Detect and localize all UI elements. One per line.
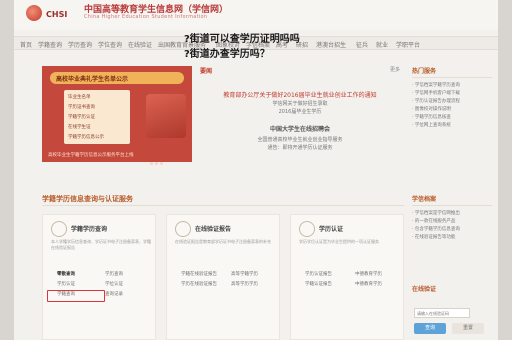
carousel-dot[interactable] (155, 162, 158, 165)
service-name[interactable]: 在线验证报告 (195, 224, 231, 233)
verify-button[interactable]: 查询 (414, 323, 446, 334)
nav-item-jobs[interactable]: 就业 (376, 40, 388, 49)
nav-item-xueji[interactable]: 学籍查询 (38, 40, 62, 49)
hot-service-link[interactable]: · 学信档案学籍学历查询 (412, 82, 492, 90)
service-link[interactable]: 查询记录 (105, 291, 123, 297)
service-link[interactable]: 学历认证报告 (305, 271, 332, 277)
archive-panel: 学信档案 · 学信档案是学信网推出 · 的一款在线服务产品 · 包含学籍学历信息… (412, 194, 492, 242)
service-link[interactable]: 高等学历学历 (231, 281, 258, 287)
banner-title: 高校毕业典礼学生名单公示 (56, 76, 129, 83)
nav-item-gat[interactable]: 港澳台招生 (316, 40, 346, 49)
carousel-dot[interactable] (150, 162, 153, 165)
archive-line: · 在线验证报告等功能 (412, 235, 456, 240)
highlight-box (47, 290, 105, 302)
promo-banner[interactable]: 高校毕业典礼学生名单公示 毕业生名单 学历证书查询 学籍学历认证 在线学生证 学… (42, 66, 192, 162)
banner-line: 学籍学历认证 (68, 115, 95, 120)
archive-line: · 包含学籍学历信息查询 (412, 227, 460, 232)
news-subheadline[interactable]: 中国大学生在线招聘会 (200, 124, 400, 133)
banner-list: 毕业生名单 学历证书查询 学籍学历认证 在线学生证 学籍学历信息公示 (64, 90, 130, 144)
news-more-link[interactable]: 更多 (390, 66, 400, 73)
service-link[interactable]: 学历在线验证报告 (181, 281, 217, 287)
news-line[interactable]: 全国普通高校毕业生就业创业指导服务 (200, 136, 400, 143)
banner-line: 学籍学历信息公示 (68, 135, 104, 140)
hot-service-link[interactable]: · 学籍学历信息核查 (412, 114, 492, 122)
news-headline[interactable]: 教育部办公厅关于做好2016届毕业生就业创业工作的通知 (200, 90, 400, 99)
service-link[interactable]: 学历认证 (57, 281, 75, 287)
question-line-2: ?街道办查学历吗？ (184, 49, 270, 60)
nav-item-verify[interactable]: 在线验证 (128, 40, 152, 49)
reset-button[interactable]: 重置 (452, 323, 484, 334)
online-verify-title: 在线验证 (412, 286, 437, 293)
site-header: CHSI 中国高等教育学生信息网（学信网） China Higher Educa… (14, 0, 498, 30)
news-line[interactable]: 学信网关于做好招生录取 (200, 100, 400, 107)
archive-title: 学信档案 (412, 194, 492, 206)
service-name[interactable]: 学籍学历查询 (71, 224, 107, 233)
banner-illustration (146, 94, 186, 138)
banner-caption: 高校毕业生学籍学历信息公示服务平台上线 (48, 153, 134, 158)
document-icon (175, 221, 191, 237)
service-link[interactable]: 学位认证 (105, 281, 123, 287)
verify-code-input[interactable] (414, 308, 470, 318)
news-line[interactable]: 通告：即将开通学历认证服务 (200, 144, 400, 151)
chsi-logo-icon[interactable] (26, 5, 42, 21)
banner-line: 学历证书查询 (68, 105, 95, 110)
service-link[interactable]: 中德教育学历 (355, 281, 382, 287)
news-tab[interactable]: 要闻 (200, 66, 212, 75)
hot-service-link[interactable]: · 学信网手机客户端下载 (412, 90, 492, 98)
section-divider (42, 205, 404, 206)
service-name[interactable]: 学历认证 (319, 224, 343, 233)
hot-service-link[interactable]: · 学位网上查询系统 (412, 122, 492, 130)
hot-service-link[interactable]: · 图像校对操作说明 (412, 106, 492, 114)
service-description: 在线验证报告是教育部学历证书电子注册备案表的补充 (175, 239, 271, 244)
site-subtitle: China Higher Education Student Informati… (84, 14, 208, 20)
hot-services-panel: 热门服务 · 学信档案学籍学历查询 · 学信网手机客户端下载 · 学历认证报告办… (412, 66, 492, 130)
archive-line: · 的一款在线服务产品 (412, 219, 456, 224)
service-description: 学历学位认证是为毕业生提供的一项认证服务 (299, 239, 379, 244)
nav-item-army[interactable]: 征兵 (356, 40, 368, 49)
archive-line: · 学信档案是学信网推出 (412, 211, 460, 216)
nav-item-xueli[interactable]: 学历查询 (68, 40, 92, 49)
carousel-dots[interactable] (148, 150, 163, 169)
question-line-1: ?街道可以查学历证明吗吗 (184, 34, 300, 45)
nav-item-xuewei[interactable]: 学位查询 (98, 40, 122, 49)
banner-line: 毕业生名单 (68, 95, 91, 100)
service-link[interactable]: 零散查询 (57, 271, 75, 277)
nav-item-career[interactable]: 学职平台 (396, 40, 420, 49)
service-card-online-report: 在线验证报告 在线验证报告是教育部学历证书电子注册备案表的补充 学籍在线验证报告… (166, 214, 280, 340)
service-link[interactable]: 学籍认证报告 (305, 281, 332, 287)
logo-text: CHSI (46, 10, 68, 19)
service-card-query: 学籍学历查询 本人学籍学历信息查询、学历证书电子注册备案表、学籍在线验证报告 零… (42, 214, 156, 340)
banner-line: 在线学生证 (68, 125, 91, 130)
carousel-dot[interactable] (160, 162, 163, 165)
nav-item-home[interactable]: 首页 (20, 40, 32, 49)
hot-service-link[interactable]: · 学历认证报告办理流程 (412, 98, 492, 106)
service-link[interactable]: 学历查询 (105, 271, 123, 277)
service-card-certification: 学历认证 学历学位认证是为毕业生提供的一项认证服务 学历认证报告 学籍认证报告 … (290, 214, 404, 340)
certificate-icon (299, 221, 315, 237)
service-description: 本人学籍学历信息查询、学历证书电子注册备案表、学籍在线验证报告 (51, 239, 151, 250)
news-line[interactable]: 2016届毕业生学历 (200, 108, 400, 115)
service-link[interactable]: 中德教育学历 (355, 271, 382, 277)
search-icon (51, 221, 67, 237)
service-link[interactable]: 学籍在线验证报告 (181, 271, 217, 277)
services-section-title: 学籍学历信息查询与认证服务 (42, 195, 133, 203)
hot-services-title: 热门服务 (412, 66, 492, 78)
service-link[interactable]: 高等学籍学历 (231, 271, 258, 277)
news-panel: 要闻 更多 教育部办公厅关于做好2016届毕业生就业创业工作的通知 学信网关于做… (200, 66, 400, 162)
